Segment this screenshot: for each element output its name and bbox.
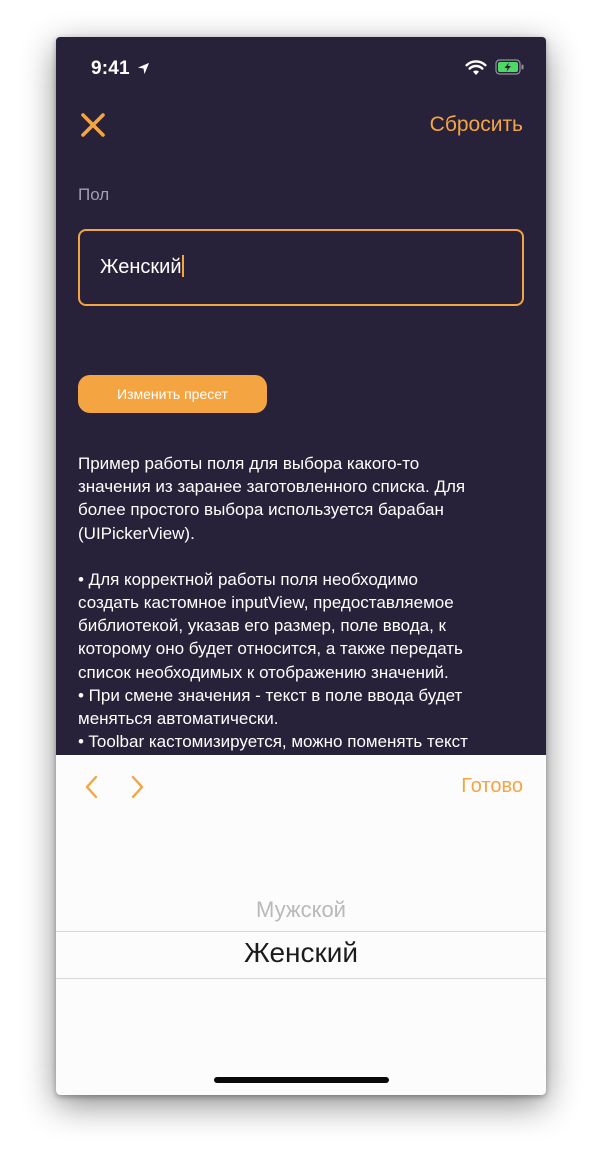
close-icon[interactable]: [78, 110, 108, 140]
change-preset-button[interactable]: Изменить пресет: [78, 375, 267, 413]
selection-divider: [56, 978, 546, 979]
home-indicator[interactable]: [214, 1077, 389, 1083]
chevron-right-icon[interactable]: [131, 775, 145, 799]
picker-wheel[interactable]: Мужской Женский: [56, 873, 546, 1023]
description-line: • Для корректной работы поля необходимо: [78, 569, 418, 589]
gender-input[interactable]: Женский: [78, 229, 524, 306]
picker-toolbar: Готово: [56, 755, 546, 819]
description-text: Пример работы поля для выбора какого-то …: [78, 452, 524, 755]
picker-option-selected[interactable]: Женский: [56, 937, 546, 969]
description-line: • При смене значения - текст в поле ввод…: [78, 685, 463, 705]
done-button[interactable]: Готово: [461, 775, 523, 798]
description-line: которому оно будет относится, а также пе…: [78, 639, 463, 659]
location-arrow-icon: [137, 62, 150, 75]
picker-input-view: Готово Мужской Женский: [56, 755, 546, 1095]
field-label: Пол: [78, 185, 110, 204]
description-line: более простого выбора используется бараб…: [78, 500, 444, 520]
status-time: 9:41: [91, 58, 130, 79]
phone-screen: 9:41 Сбросить Пол Женский Изменить пресе…: [56, 37, 546, 1095]
battery-charging-icon: [495, 59, 524, 75]
picker-option[interactable]: Мужской: [56, 897, 546, 923]
description-line: список необходимых к отображению значени…: [78, 662, 449, 682]
description-line: • Toolbar кастомизируется, можно поменят…: [78, 732, 468, 752]
selection-divider: [56, 931, 546, 932]
wifi-icon: [465, 60, 487, 75]
status-bar: 9:41: [56, 37, 546, 97]
description-line: создать кастомное inputView, предоставля…: [78, 593, 454, 613]
gender-input-value: Женский: [100, 255, 185, 279]
text-caret: [182, 255, 185, 277]
description-line: (UIPickerView).: [78, 523, 195, 543]
chevron-left-icon[interactable]: [84, 775, 98, 799]
reset-button[interactable]: Сбросить: [430, 113, 523, 137]
description-line: библиотекой, указав его размер, поле вво…: [78, 616, 446, 636]
description-line: значения из заранее заготовленного списк…: [78, 477, 466, 497]
description-line: Пример работы поля для выбора какого-то: [78, 454, 420, 473]
description-line: меняться автоматически.: [78, 709, 279, 729]
